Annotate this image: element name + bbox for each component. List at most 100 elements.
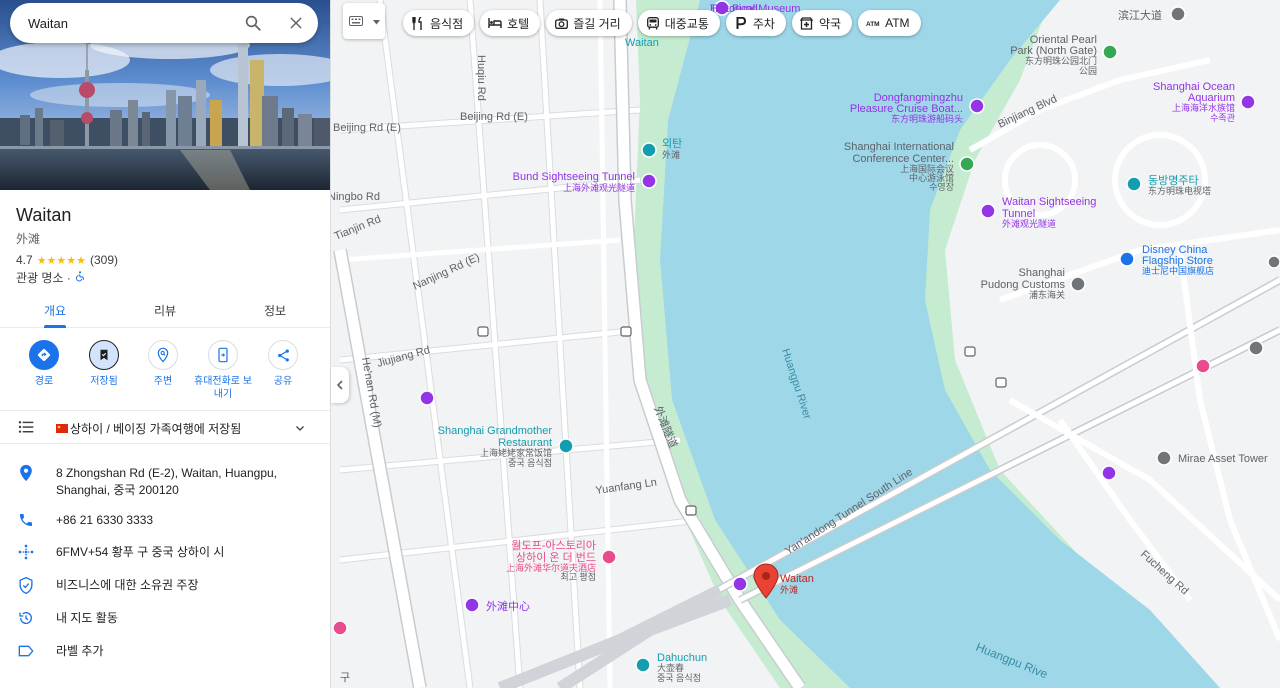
customs-icon[interactable] <box>1070 276 1086 292</box>
poi-astoria-4: 최고 평점 <box>560 571 596 582</box>
hotel-icon[interactable] <box>1195 358 1211 374</box>
location-pin-icon <box>17 464 35 482</box>
map-canvas[interactable]: Beijing Rd (E) Beijing Rd (E) Huqiu Rd N… <box>331 0 1280 688</box>
collapse-panel-button[interactable] <box>331 367 349 403</box>
search-input[interactable] <box>28 15 228 31</box>
bookmark-icon <box>89 340 119 370</box>
chip-transit-label: 대중교통 <box>664 16 709 31</box>
poi-mirae: Mirae Asset Tower <box>1178 453 1268 465</box>
hotel-icon-2[interactable] <box>601 549 617 565</box>
send-to-phone-label: 휴대전화로 보내기 <box>194 376 252 400</box>
pin-label-local: 外滩 <box>780 584 798 595</box>
attraction-icon-2[interactable] <box>419 390 435 406</box>
poi-wst-1: Waitan Sightseeing <box>1002 196 1096 208</box>
tab-overview[interactable]: 개요 <box>0 290 110 328</box>
saved-list-row[interactable]: 상하이 / 베이징 가족여행에 저장됨 <box>0 410 330 444</box>
poi-grandmother-3: 上海姥姥家常饭馆 <box>480 447 552 458</box>
chip-pharmacy[interactable]: 약국 <box>791 10 853 36</box>
restaurant-icon-2[interactable] <box>635 657 651 673</box>
chip-restaurants-label: 음식점 <box>430 16 464 31</box>
category-label[interactable]: 관광 명소 · <box>16 269 71 286</box>
chip-parking-label: 주차 <box>752 16 775 31</box>
share-button[interactable]: 공유 <box>253 340 313 388</box>
viewpoint-icon[interactable] <box>732 576 748 592</box>
place-icon-2[interactable] <box>1267 255 1280 269</box>
restaurant-icon <box>411 16 425 30</box>
flag-icon <box>56 422 68 436</box>
place-icon[interactable] <box>1170 6 1186 22</box>
camera-icon <box>554 16 568 30</box>
poi-pearl-4: 公园 <box>1079 66 1097 76</box>
close-icon[interactable] <box>286 13 306 33</box>
chip-atm[interactable]: ATM ATM <box>858 10 921 36</box>
chip-things-to-do-label: 즐길 거리 <box>573 16 621 31</box>
poi-waitan-stop-1: 외탄 <box>662 137 682 150</box>
tab-about[interactable]: 정보 <box>220 290 330 327</box>
poi-customs-3: 浦东海关 <box>1029 289 1065 300</box>
search-box <box>10 3 318 43</box>
saved-list-text: 상하이 / 베이징 가족여행에 저장됨 <box>56 420 241 437</box>
poi-waitan-stop-2: 外滩 <box>662 149 680 160</box>
chip-restaurants[interactable]: 음식점 <box>403 10 475 36</box>
directions-icon <box>29 340 59 370</box>
saved-button[interactable]: 저장됨 <box>74 340 134 388</box>
landmark-icon[interactable] <box>1248 340 1264 356</box>
poi-wst-3: 外滩观光隧道 <box>1002 218 1056 229</box>
add-label-text: 라벨 추가 <box>56 644 104 658</box>
poi-aquarium-3: 上海海洋水族馆 <box>1172 102 1235 113</box>
pin-label: Waitan <box>780 573 814 585</box>
chip-things-to-do[interactable]: 즐길 거리 <box>546 10 632 36</box>
restaurant-icon[interactable] <box>558 438 574 454</box>
wheelchair-icon <box>75 270 86 285</box>
plus-code-text: 6FMV+54 황푸 구 중국 상하이 시 <box>56 545 225 559</box>
shop-icon[interactable] <box>1119 251 1135 267</box>
poi-waitan-top: Waitan <box>625 37 659 49</box>
chip-transit[interactable]: 대중교통 <box>637 10 720 36</box>
keyboard-icon <box>349 16 363 26</box>
send-to-phone-button[interactable]: 휴대전화로 보내기 <box>193 340 253 401</box>
rating-stars: ★★★★★ <box>36 254 86 267</box>
tab-bar: 개요 리뷰 정보 <box>0 290 330 328</box>
directions-button[interactable]: 경로 <box>14 340 74 388</box>
saved-label: 저장됨 <box>90 376 118 387</box>
tower-icon[interactable] <box>1126 176 1142 192</box>
poi-center: 外滩中心 <box>486 599 530 613</box>
search-icon[interactable] <box>243 13 263 33</box>
chip-hotels[interactable]: 호텔 <box>480 10 541 36</box>
review-count[interactable]: (309) <box>90 253 118 267</box>
office-icon[interactable] <box>1156 450 1172 466</box>
nearby-icon <box>148 340 178 370</box>
keyboard-toggle-button[interactable] <box>343 3 385 39</box>
road-label-huqiu: Huqiu Rd <box>475 55 487 101</box>
place-panel: Waitan 外滩 4.7 ★★★★★ (309) 관광 명소 · 개요 리뷰 … <box>0 0 331 688</box>
action-buttons: 경로 저장됨 주변 휴대전화로 보내기 공유 <box>0 340 330 406</box>
shield-check-icon <box>17 576 35 594</box>
parking-icon <box>734 16 748 30</box>
park-icon[interactable] <box>1102 44 1118 60</box>
hotel-icon-3[interactable] <box>332 620 348 636</box>
phone-text: +86 21 6330 3333 <box>56 513 154 527</box>
nearby-button[interactable]: 주변 <box>133 340 193 388</box>
attraction-icon[interactable] <box>641 173 657 189</box>
address-text: 8 Zhongshan Rd (E-2), Waitan, Huangpu, S… <box>56 466 278 497</box>
transit-icon <box>646 16 660 30</box>
chip-parking[interactable]: 주차 <box>725 10 786 36</box>
transit-stop-icon[interactable] <box>641 142 657 158</box>
share-label: 공유 <box>273 376 293 387</box>
label-icon <box>17 642 35 660</box>
cruise-icon[interactable] <box>969 98 985 114</box>
poi-edge: 구 <box>340 672 350 684</box>
mall-icon[interactable] <box>464 597 480 613</box>
poi-pearl-3: 东方明珠公园北门 <box>1025 55 1097 66</box>
tunnel-attraction-icon[interactable] <box>980 203 996 219</box>
road-label-beijing-e-1: Beijing Rd (E) <box>333 122 401 134</box>
poi-astoria-2: 상하이 온 더 번드 <box>516 550 596 564</box>
museum-icon[interactable] <box>1101 465 1117 481</box>
atm-icon: ATM <box>866 16 880 30</box>
chevron-down-icon[interactable] <box>294 421 306 439</box>
poi-tower-2: 东方明珠电视塔 <box>1148 185 1211 196</box>
directions-label: 경로 <box>34 376 54 387</box>
aquarium-icon[interactable] <box>1240 94 1256 110</box>
pool-icon[interactable] <box>959 156 975 172</box>
tab-reviews[interactable]: 리뷰 <box>110 290 220 327</box>
